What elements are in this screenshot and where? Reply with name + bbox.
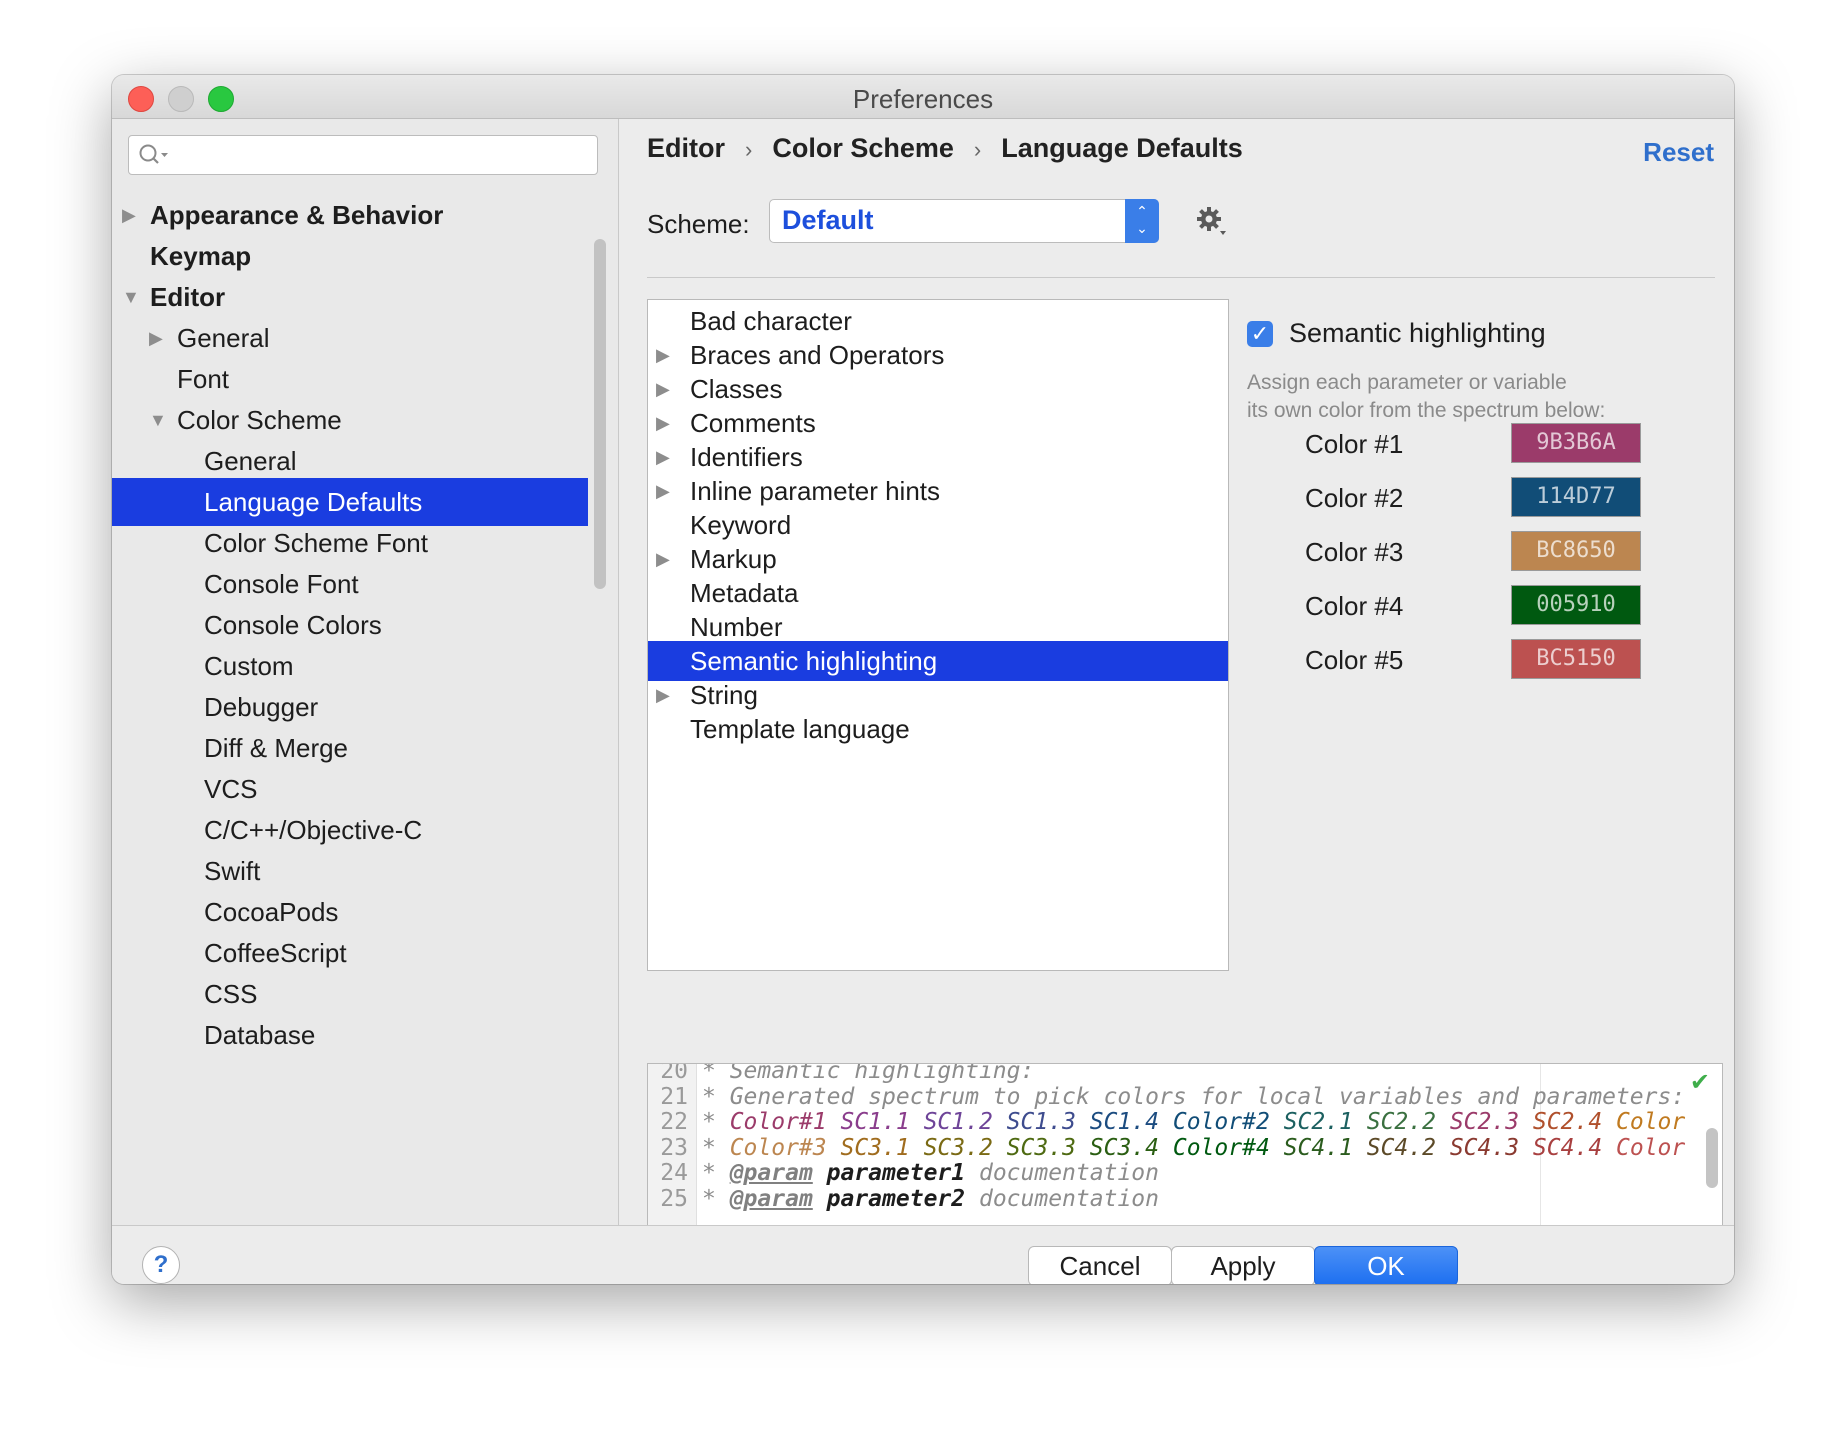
color-label: Color #4 [1305, 591, 1404, 621]
breadcrumb-editor: Editor [647, 133, 725, 163]
color-row: Color #4 005910 [1305, 585, 1645, 629]
code-token: * [702, 1134, 730, 1161]
semantic-options: ✓ Semantic highlighting Assign each para… [1247, 299, 1717, 719]
scheme-select[interactable]: Default ⌃ ⌄ [769, 199, 1159, 243]
code-token: SC4.3 [1435, 1134, 1520, 1161]
code-token: documentation [965, 1160, 1159, 1186]
semantic-highlighting-checkbox[interactable]: ✓ [1247, 321, 1273, 347]
color-row: Color #2 114D77 [1305, 477, 1645, 521]
reset-link[interactable]: Reset [1643, 137, 1714, 168]
semantic-highlighting-label: Semantic highlighting [1289, 318, 1546, 348]
code-token: * [702, 1185, 730, 1212]
code-token: Color#3 [729, 1134, 827, 1161]
code-token: Color#1 [729, 1109, 827, 1135]
code-token: * [702, 1160, 730, 1186]
code-token: * [702, 1109, 730, 1135]
code-token: * Generated spectrum to pick colors for … [702, 1083, 1686, 1110]
settings-search-input[interactable] [128, 135, 598, 175]
color-swatch-button[interactable]: 005910 [1511, 585, 1641, 625]
code-token: SC3.2 [909, 1134, 993, 1161]
color-label: Color #1 [1305, 429, 1404, 459]
ok-button[interactable]: OK [1314, 1246, 1458, 1284]
color-label: Color #3 [1305, 537, 1404, 567]
code-preview[interactable]: 20 * Semantic highlighting: 21 * Generated … [647, 1063, 1723, 1249]
title-bar: Preferences [112, 75, 1734, 119]
code-token: Color#2 [1159, 1109, 1270, 1135]
color-swatch-button[interactable]: 9B3B6A [1511, 423, 1641, 463]
code-token: SC4.1 [1269, 1134, 1353, 1161]
code-token: @param [729, 1160, 813, 1186]
sidebar-item-label: Database [204, 1020, 316, 1050]
code-token: SC4.4 [1519, 1134, 1603, 1161]
attribute-tree: Bad character ▶ Braces and Operators ▶ Class… [647, 299, 1229, 971]
semantic-description: Assign each parameter or variable its ow… [1247, 369, 1605, 425]
code-token: SC4.2 [1352, 1134, 1436, 1161]
color-row: Color #5 BC5150 [1305, 639, 1645, 683]
code-token: SC3.4 [1075, 1134, 1160, 1161]
breadcrumb: Editor › Color Scheme › Language Defaults [647, 133, 1243, 164]
code-token: SC1.2 [909, 1109, 993, 1135]
apply-button[interactable]: Apply [1171, 1246, 1315, 1284]
code-token: documentation [965, 1185, 1159, 1212]
code-token: SC3.3 [992, 1134, 1076, 1161]
breadcrumb-separator: › [745, 137, 753, 162]
settings-content: Editor › Color Scheme › Language Defaults Re… [619, 119, 1734, 1272]
breadcrumb-separator: › [973, 137, 982, 162]
scheme-label: Scheme: [647, 209, 750, 239]
chevron-up-down-icon: ⌃ ⌄ [1125, 199, 1159, 243]
description-line: Assign each parameter or variable [1247, 371, 1567, 394]
code-token: SC1.4 [1075, 1109, 1160, 1135]
search-icon [139, 144, 168, 164]
divider [647, 277, 1715, 278]
tree-item-label: Template language [690, 714, 910, 744]
color-swatch-button[interactable]: BC8650 [1511, 531, 1641, 571]
window-title: Preferences [852, 84, 994, 114]
color-row: Color #3 BC8650 [1305, 531, 1645, 575]
code-token: SC1.1 [826, 1109, 910, 1135]
checkmark-icon: ✓ [1250, 321, 1270, 346]
code-token: @param [729, 1185, 813, 1212]
code-token: SC2.2 [1352, 1109, 1436, 1135]
code-token: SC1.3 [992, 1109, 1076, 1135]
code-token: SC3.1 [826, 1134, 910, 1161]
breadcrumb-color-scheme: Color Scheme [772, 133, 954, 163]
inspection-ok-icon: ✔ [1689, 1069, 1710, 1096]
code-token: parameter1 [812, 1160, 966, 1186]
code-token: Color [1602, 1134, 1686, 1161]
code-token: SC2.1 [1269, 1109, 1353, 1135]
code-token: SC2.3 [1435, 1109, 1520, 1135]
code-token: Color [1602, 1109, 1686, 1135]
settings-sidebar: ▶ Appearance & Behavior Keymap ▼ Editor ▶ Gene… [112, 119, 619, 1272]
line-number: 25 [660, 1185, 688, 1212]
scheme-select-value: Default [782, 205, 874, 235]
color-label: Color #2 [1305, 483, 1404, 513]
gear-icon[interactable] [1195, 205, 1229, 239]
color-label: Color #5 [1305, 645, 1404, 675]
tree-item[interactable]: Template language [648, 709, 1228, 749]
dialog-footer: ? Cancel Apply OK [112, 1225, 1734, 1284]
sidebar-scrollbar[interactable] [594, 239, 606, 589]
preferences-window: Preferences ▶ Appearance & Behavior Keymap… [112, 75, 1734, 1284]
cancel-button[interactable]: Cancel [1028, 1246, 1172, 1284]
code-token: Color#4 [1159, 1134, 1270, 1161]
preview-vertical-scrollbar[interactable] [1706, 1128, 1718, 1188]
sidebar-item-database[interactable]: Database [112, 1011, 588, 1059]
help-button[interactable]: ? [142, 1246, 180, 1284]
breadcrumb-language-defaults: Language Defaults [1001, 133, 1243, 163]
code-line: 25 * @param parameter2 documentation [648, 1184, 1159, 1214]
description-line: its own color from the spectrum below: [1247, 399, 1606, 422]
color-row: Color #1 9B3B6A [1305, 423, 1645, 467]
code-token: SC2.4 [1519, 1109, 1603, 1135]
color-swatch-button[interactable]: BC5150 [1511, 639, 1641, 679]
settings-nav-tree: ▶ Appearance & Behavior Keymap ▼ Editor ▶ Gene… [112, 195, 588, 1273]
color-swatch-button[interactable]: 114D77 [1511, 477, 1641, 517]
code-token: parameter2 [812, 1185, 966, 1212]
